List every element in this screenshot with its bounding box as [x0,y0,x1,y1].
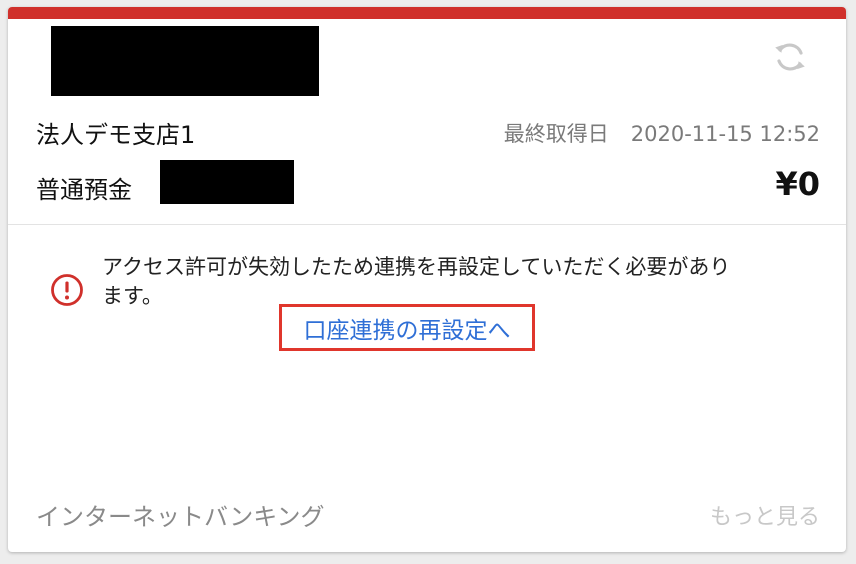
see-more-link[interactable]: もっと見る [710,499,820,531]
redacted-bank-logo [51,26,319,96]
account-card: 法人デモ支店1 最終取得日 2020-11-15 12:52 普通預金 ¥0 アク… [8,7,846,552]
card-top-bar [8,7,846,19]
redacted-account-number [160,160,294,204]
reconnect-account-link[interactable]: 口座連携の再設定へ [304,311,511,345]
bank-branch-name: 法人デモ支店1 [36,121,196,149]
account-type: 普通預金 [36,176,132,204]
section-divider [8,224,846,225]
last-fetched-label: 最終取得日 [503,122,609,146]
last-fetched-value: 2020-11-15 12:52 [630,122,820,146]
last-fetched-row: 最終取得日 2020-11-15 12:52 [504,118,820,148]
reconnect-highlight-box: 口座連携の再設定へ [279,304,535,351]
alert-circle-icon [51,274,83,306]
refresh-icon[interactable] [772,39,808,75]
account-balance: ¥0 [775,165,820,203]
alert-message: アクセス許可が失効したため連携を再設定していただく必要があります。 [102,255,731,308]
footer-category-label: インターネットバンキング [36,503,325,531]
